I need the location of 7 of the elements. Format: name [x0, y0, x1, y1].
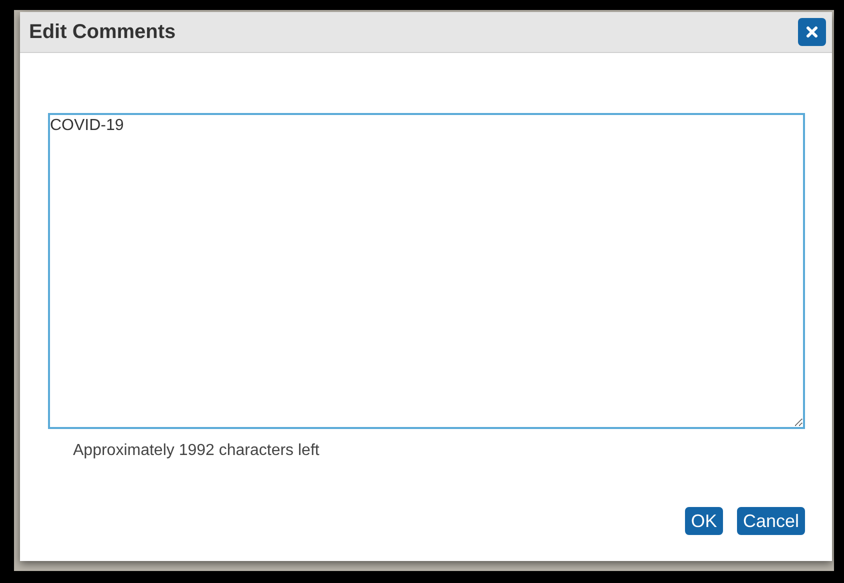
- close-icon: [806, 26, 818, 38]
- dialog-title: Edit Comments: [29, 20, 176, 44]
- dialog-button[interactable]: Cancel: [736, 507, 805, 535]
- dialog-button[interactable]: OK: [684, 507, 723, 535]
- characters-left-text: Approximately 1992 characters left: [73, 442, 320, 460]
- comment-field[interactable]: COVID-19: [48, 113, 805, 429]
- close-button[interactable]: [798, 18, 826, 46]
